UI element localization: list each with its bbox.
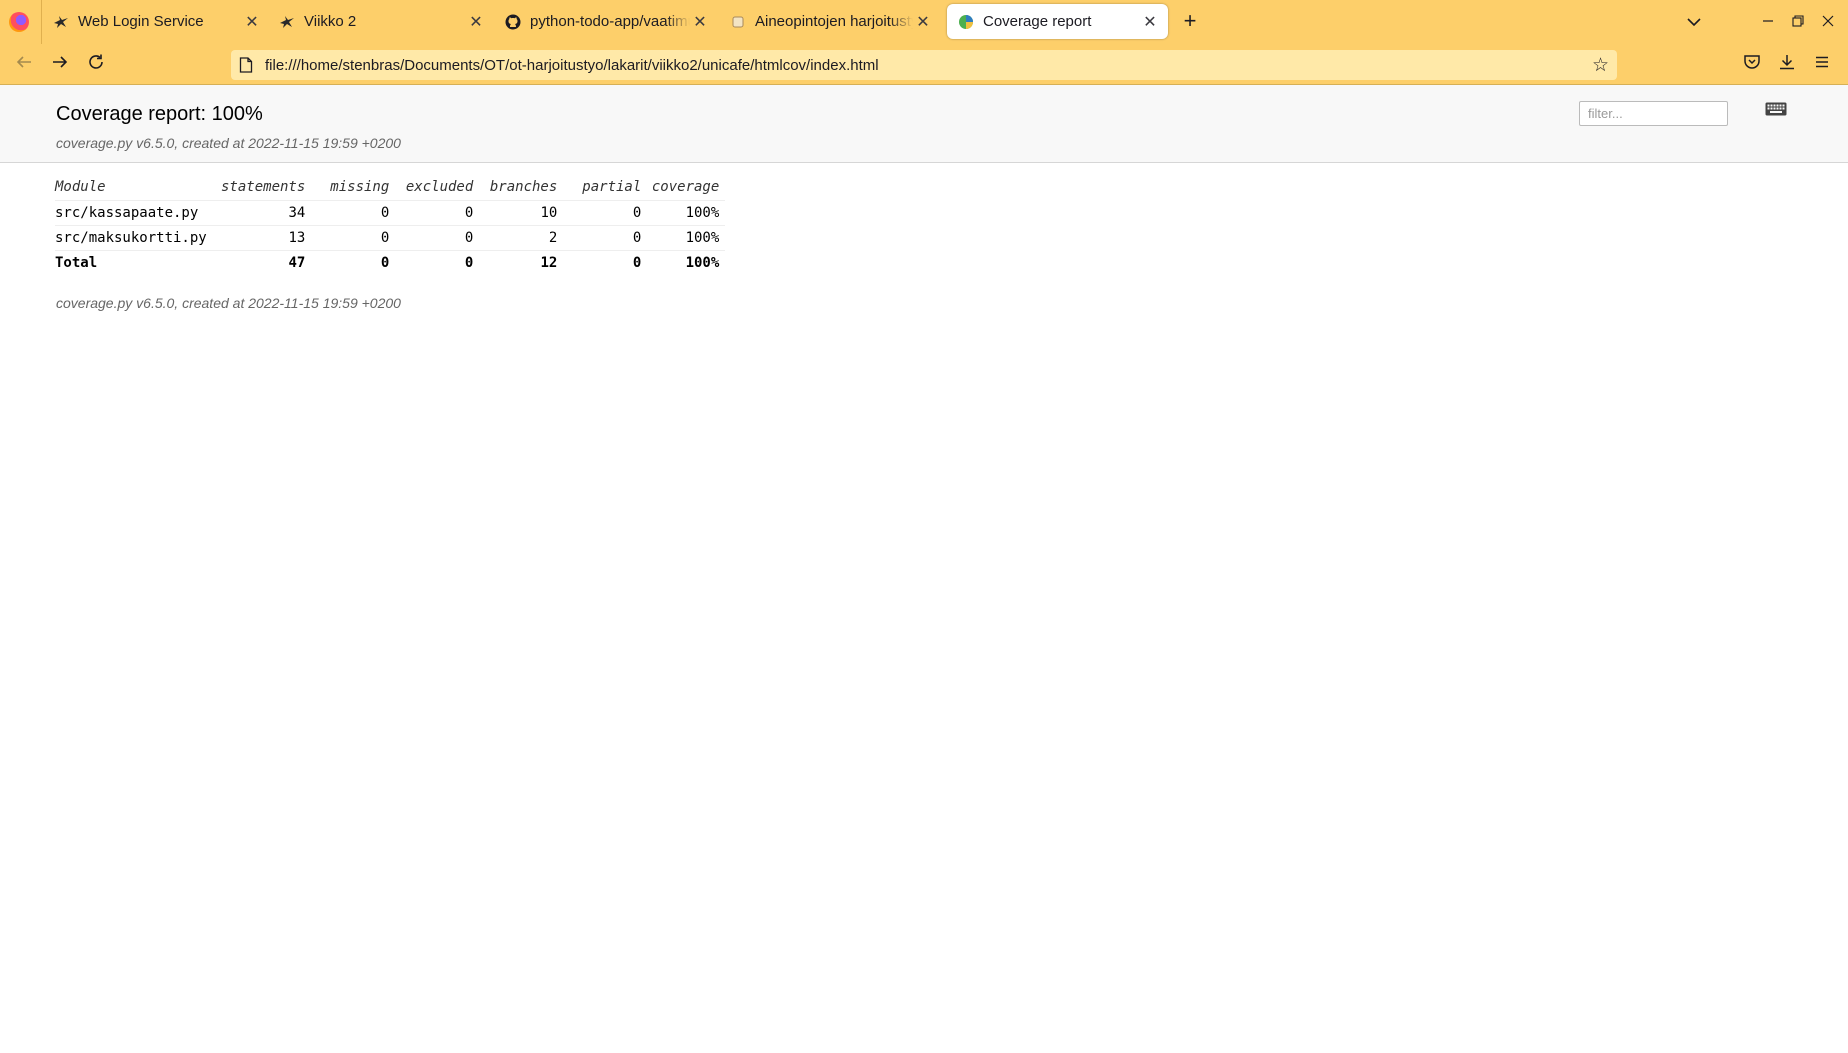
tab-python-todo-app[interactable]: python-todo-app/vaatimuks ✕ <box>504 4 710 39</box>
tab-coverage-report[interactable]: Coverage report ✕ <box>947 4 1168 39</box>
downloads-icon[interactable] <box>1774 52 1800 78</box>
missing-cell: 0 <box>305 199 390 225</box>
minimize-icon[interactable] <box>1756 10 1780 34</box>
tab-bar: Web Login Service ✕ Viikko 2 ✕ python-to… <box>0 0 1848 44</box>
tab-title: Aineopintojen harjoitustyö <box>755 13 913 30</box>
coverage-icon <box>957 13 975 31</box>
column-header-missing[interactable]: missing <box>305 176 389 200</box>
column-header-module[interactable]: Module <box>55 176 221 200</box>
close-tab-icon[interactable]: ✕ <box>242 12 262 32</box>
table-header-row: Module statements missing excluded branc… <box>55 176 725 200</box>
tab-viikko-2[interactable]: Viikko 2 ✕ <box>278 4 486 39</box>
column-header-branches[interactable]: branches <box>473 176 557 200</box>
close-tab-icon[interactable]: ✕ <box>1140 12 1160 32</box>
pocket-icon[interactable] <box>1739 52 1765 78</box>
column-header-statements[interactable]: statements <box>221 176 305 200</box>
total-branches: 12 <box>473 249 558 275</box>
branches-cell: 2 <box>473 224 558 250</box>
coverage-table: Module statements missing excluded branc… <box>55 176 726 275</box>
github-icon <box>504 13 522 31</box>
navigation-toolbar: file:///home/stenbras/Documents/OT/ot-ha… <box>0 44 1848 84</box>
new-tab-icon[interactable]: + <box>1178 10 1202 34</box>
page-icon <box>239 57 253 73</box>
total-missing: 0 <box>305 249 390 275</box>
partial-cell: 0 <box>557 199 642 225</box>
column-header-coverage[interactable]: coverage <box>641 176 725 200</box>
tab-title: Viikko 2 <box>304 13 357 30</box>
forward-icon[interactable] <box>47 52 73 78</box>
tab-aineopintojen[interactable]: Aineopintojen harjoitustyö ✕ <box>729 4 933 39</box>
missing-cell: 0 <box>305 224 390 250</box>
column-header-excluded[interactable]: excluded <box>389 176 473 200</box>
report-header: Coverage report: 100% coverage.py v6.5.0… <box>0 85 1848 163</box>
reload-icon[interactable] <box>83 52 109 78</box>
close-tab-icon[interactable]: ✕ <box>466 12 486 32</box>
tab-web-login-service[interactable]: Web Login Service ✕ <box>52 4 262 39</box>
firefox-logo-icon[interactable] <box>9 12 29 32</box>
partial-cell: 0 <box>557 224 642 250</box>
haka-bird-icon <box>52 13 70 31</box>
tab-title: Web Login Service <box>78 13 204 30</box>
app-menu-icon[interactable] <box>1809 52 1835 78</box>
filter-input[interactable] <box>1579 101 1728 126</box>
coverage-report-page: Coverage report: 100% coverage.py v6.5.0… <box>0 85 1848 1053</box>
total-excluded: 0 <box>389 249 474 275</box>
excluded-cell: 0 <box>389 199 474 225</box>
close-tab-icon[interactable]: ✕ <box>690 12 710 32</box>
statements-cell: 34 <box>221 199 306 225</box>
table-row: src/maksukortti.py 13 0 0 2 0 100% <box>55 224 726 250</box>
module-link[interactable]: src/kassapaate.py <box>55 199 221 225</box>
branches-cell: 10 <box>473 199 558 225</box>
restore-icon[interactable] <box>1786 10 1810 34</box>
coverage-cell: 100% <box>641 224 726 250</box>
bookmark-star-icon[interactable]: ☆ <box>1592 54 1609 77</box>
url-text[interactable]: file:///home/stenbras/Documents/OT/ot-ha… <box>265 57 879 74</box>
module-link[interactable]: src/maksukortti.py <box>55 224 221 250</box>
total-statements: 47 <box>221 249 306 275</box>
report-meta: coverage.py v6.5.0, created at 2022-11-1… <box>56 135 401 151</box>
list-all-tabs-icon[interactable] <box>1683 12 1705 32</box>
column-header-partial[interactable]: partial <box>557 176 641 200</box>
haka-bird-icon <box>278 13 296 31</box>
address-bar[interactable]: file:///home/stenbras/Documents/OT/ot-ha… <box>231 50 1617 80</box>
total-label: Total <box>55 249 221 275</box>
total-row: Total 47 0 0 12 0 100% <box>55 249 726 275</box>
total-partial: 0 <box>557 249 642 275</box>
tab-title: python-todo-app/vaatimuks <box>530 13 690 30</box>
page-title: Coverage report: 100% <box>56 103 263 125</box>
report-footer: coverage.py v6.5.0, created at 2022-11-1… <box>56 295 401 311</box>
total-coverage: 100% <box>641 249 726 275</box>
table-row: src/kassapaate.py 34 0 0 10 0 100% <box>55 199 726 225</box>
keyboard-icon[interactable] <box>1765 102 1787 117</box>
back-icon[interactable] <box>11 52 37 78</box>
excluded-cell: 0 <box>389 224 474 250</box>
tab-separator <box>41 0 42 44</box>
close-tab-icon[interactable]: ✕ <box>913 12 933 32</box>
statements-cell: 13 <box>221 224 306 250</box>
course-icon <box>729 13 747 31</box>
tab-title: Coverage report <box>983 13 1092 30</box>
close-window-icon[interactable] <box>1816 10 1840 34</box>
coverage-cell: 100% <box>641 199 726 225</box>
